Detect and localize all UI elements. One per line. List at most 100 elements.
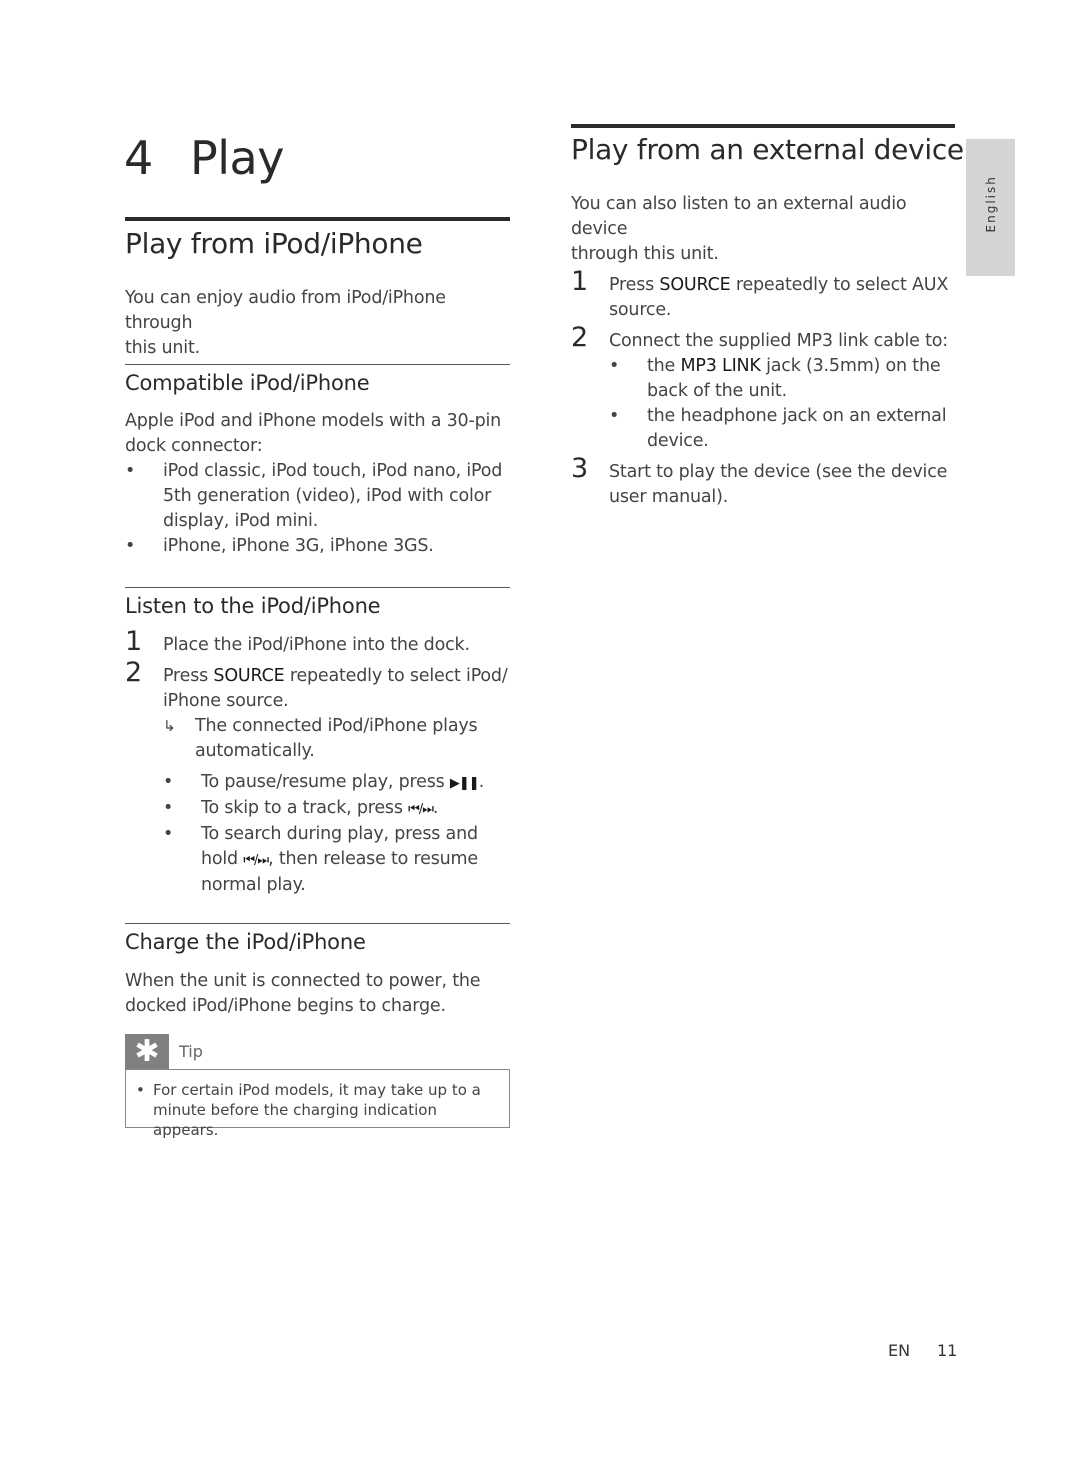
skip-prev-next-icon: ⏮/⏭ bbox=[408, 802, 434, 817]
listen-body: 1 Place the iPod/iPhone into the dock. 2… bbox=[125, 628, 510, 764]
bullet: • bbox=[609, 406, 620, 426]
list-item: • To search during play, press and hold … bbox=[163, 822, 513, 898]
bullet: • bbox=[125, 461, 136, 481]
compatible-body: Apple iPod and iPhone models with a 30-p… bbox=[125, 409, 510, 559]
subsection-rule bbox=[125, 923, 510, 924]
list-item: • To skip to a track, press ⏮/⏭. bbox=[163, 796, 513, 822]
list-item: • iPhone, iPhone 3G, iPhone 3GS. bbox=[125, 534, 510, 559]
text-line: back of the unit. bbox=[647, 381, 787, 401]
play-pause-icon: ▶❚❚ bbox=[449, 776, 480, 791]
text-line: user manual). bbox=[609, 487, 729, 507]
language-tab: English bbox=[966, 139, 1015, 276]
text-line: dock connector: bbox=[125, 436, 263, 456]
tip-label: Tip bbox=[179, 1042, 203, 1061]
step-number: 2 bbox=[571, 322, 588, 353]
list-item: • iPod classic, iPod touch, iPod nano, i… bbox=[125, 459, 510, 534]
list-item: • To pause/resume play, press ▶❚❚. bbox=[163, 770, 513, 796]
bullet: • bbox=[163, 824, 174, 844]
text: To skip to a track, press bbox=[201, 798, 409, 818]
chapter-name: Play bbox=[190, 131, 284, 185]
text: repeatedly to select AUX bbox=[730, 275, 949, 295]
text: the bbox=[647, 356, 681, 376]
step-1: 1 Press SOURCE repeatedly to select AUX … bbox=[571, 268, 961, 323]
list-item: • the MP3 LINK jack (3.5mm) on the back … bbox=[609, 354, 961, 404]
skip-prev-next-icon: ⏮/⏭ bbox=[243, 853, 269, 868]
text: Press bbox=[163, 666, 214, 686]
step-2: 2 Connect the supplied MP3 link cable to… bbox=[571, 324, 961, 454]
bullet: • bbox=[136, 1081, 145, 1099]
text: hold bbox=[201, 849, 244, 869]
chapter-title: 4 Play bbox=[124, 128, 284, 188]
text-line: display, iPod mini. bbox=[163, 511, 319, 531]
text-line: iPod classic, iPod touch, iPod nano, iPo… bbox=[163, 461, 503, 481]
text-line: You can also listen to an external audio… bbox=[571, 194, 907, 239]
tip-text: • For certain iPod models, it may take u… bbox=[136, 1080, 506, 1140]
text: repeatedly to select iPod/ bbox=[284, 666, 508, 686]
text-line: Apple iPod and iPhone models with a 30-p… bbox=[125, 411, 502, 431]
step-number: 3 bbox=[571, 453, 588, 484]
text-line: the MP3 LINK jack (3.5mm) on the bbox=[647, 354, 961, 379]
text-line: hold ⏮/⏭, then release to resume bbox=[201, 847, 513, 873]
chapter-number: 4 bbox=[124, 131, 153, 185]
text-line: minute before the charging indication ap… bbox=[153, 1101, 437, 1139]
bullet: • bbox=[163, 772, 174, 792]
text-line: through this unit. bbox=[571, 244, 719, 264]
subsection-title-charge: Charge the iPod/iPhone bbox=[125, 930, 366, 954]
text-line: You can enjoy audio from iPod/iPhone thr… bbox=[125, 288, 446, 333]
step-number: 1 bbox=[125, 626, 142, 657]
bullet: • bbox=[163, 798, 174, 818]
section-title-ipod: Play from iPod/iPhone bbox=[125, 227, 423, 260]
result-item: ↳ The connected iPod/iPhone plays automa… bbox=[163, 714, 510, 764]
text-line: 5th generation (video), iPod with color bbox=[163, 486, 492, 506]
text-line: iPhone source. bbox=[163, 691, 289, 711]
text: To pause/resume play, press bbox=[201, 772, 450, 792]
list-item: • the headphone jack on an external devi… bbox=[609, 404, 961, 454]
listen-controls: • To pause/resume play, press ▶❚❚. • To … bbox=[163, 770, 513, 898]
external-body: You can also listen to an external audio… bbox=[571, 192, 961, 510]
text: . bbox=[478, 772, 485, 792]
text-line: Press SOURCE repeatedly to select iPod/ bbox=[163, 664, 510, 689]
step-2: 2 Press SOURCE repeatedly to select iPod… bbox=[125, 659, 510, 764]
step-number: 2 bbox=[125, 657, 142, 688]
text: . bbox=[432, 798, 439, 818]
step-number: 1 bbox=[571, 266, 588, 297]
text-line: device. bbox=[647, 431, 709, 451]
text: Press bbox=[609, 275, 660, 295]
text: , then release to resume bbox=[268, 849, 478, 869]
section-rule bbox=[571, 124, 955, 128]
charge-body: When the unit is connected to power, the… bbox=[125, 969, 510, 1019]
bullet: • bbox=[125, 536, 136, 556]
step-3: 3 Start to play the device (see the devi… bbox=[571, 455, 961, 510]
result-arrow-icon: ↳ bbox=[163, 717, 176, 735]
subsection-rule bbox=[125, 587, 510, 588]
ipod-intro: You can enjoy audio from iPod/iPhone thr… bbox=[125, 286, 510, 361]
text-line: docked iPod/iPhone begins to charge. bbox=[125, 996, 446, 1016]
text-line: Start to play the device (see the device bbox=[609, 462, 948, 482]
text-line: Connect the supplied MP3 link cable to: bbox=[609, 331, 948, 351]
text-line: To skip to a track, press ⏮/⏭. bbox=[201, 796, 513, 822]
text-line: this unit. bbox=[125, 338, 200, 358]
text-line: normal play. bbox=[201, 875, 306, 895]
step-1: 1 Place the iPod/iPhone into the dock. bbox=[125, 628, 510, 658]
text-line: source. bbox=[609, 300, 672, 320]
text-line: iPhone, iPhone 3G, iPhone 3GS. bbox=[163, 536, 434, 556]
text-line: Press SOURCE repeatedly to select AUX bbox=[609, 273, 961, 298]
language-tab-label: English bbox=[983, 174, 998, 232]
page-number: 11 bbox=[937, 1341, 958, 1360]
subsection-rule bbox=[125, 364, 510, 365]
section-rule bbox=[125, 217, 510, 221]
bullet: • bbox=[609, 356, 620, 376]
list-item: • For certain iPod models, it may take u… bbox=[136, 1080, 506, 1140]
text-line: To search during play, press and bbox=[201, 824, 478, 844]
subsection-title-compatible: Compatible iPod/iPhone bbox=[125, 371, 370, 395]
text: jack (3.5mm) on the bbox=[760, 356, 941, 376]
text-line: When the unit is connected to power, the bbox=[125, 971, 481, 991]
text-line: automatically. bbox=[195, 741, 315, 761]
text-line: The connected iPod/iPhone plays bbox=[195, 716, 478, 736]
subsection-title-listen: Listen to the iPod/iPhone bbox=[125, 594, 381, 618]
text-line: For certain iPod models, it may take up … bbox=[153, 1081, 481, 1099]
text-line: the headphone jack on an external bbox=[647, 406, 947, 426]
asterisk-icon: ✱ bbox=[125, 1034, 169, 1069]
footer-lang: EN bbox=[888, 1341, 911, 1360]
key-source: SOURCE bbox=[659, 275, 731, 295]
